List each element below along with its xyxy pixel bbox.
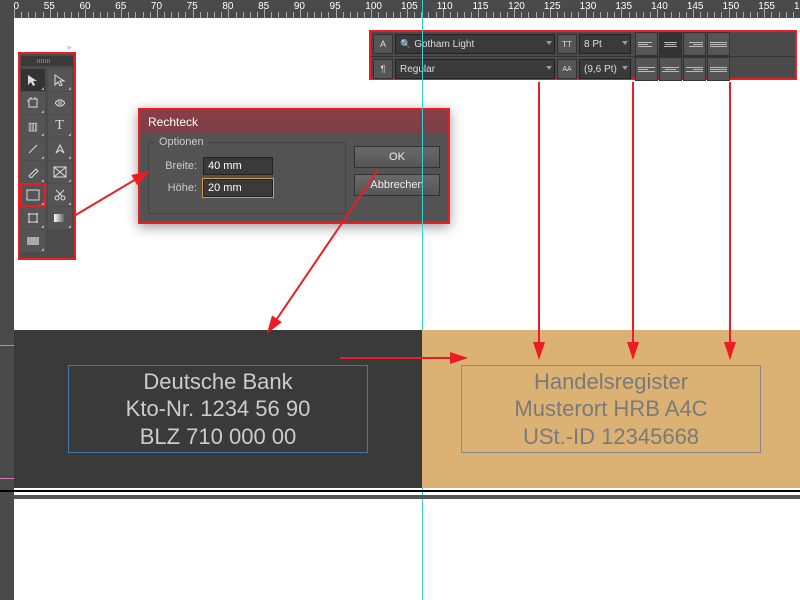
ruler-number: 120 (508, 1, 525, 12)
rectangle-dialog: Rechteck Optionen Breite: Höhe: OK Abbre… (138, 108, 450, 224)
paragraph-panel-button[interactable]: ¶ (373, 59, 393, 79)
ok-button[interactable]: OK (354, 146, 440, 168)
tan-rectangle[interactable]: Handelsregister Musterort HRB A4C USt.-I… (422, 330, 800, 488)
ruler-number: 150 (723, 1, 740, 12)
dark-rectangle[interactable]: Deutsche Bank Kto-Nr. 1234 56 90 BLZ 710… (14, 330, 422, 488)
tools-panel: ▸ ▥ T (18, 52, 76, 260)
ruler-number: 70 (151, 1, 162, 12)
ruler-number: 160 (794, 1, 800, 12)
gradient-swatch-tool[interactable] (48, 207, 72, 229)
width-label: Breite: (157, 160, 197, 172)
ruler-number: 95 (330, 1, 341, 12)
options-fieldset: Optionen Breite: Höhe: (148, 142, 346, 214)
page-edge (0, 490, 800, 492)
character-panel-button[interactable]: A (373, 34, 393, 54)
ruler-number: 130 (580, 1, 597, 12)
text-frame-right[interactable]: Handelsregister Musterort HRB A4C USt.-I… (461, 365, 761, 454)
text-line: USt.-ID 12345668 (468, 423, 754, 451)
ruler-number: 55 (44, 1, 55, 12)
content-collector-tool[interactable]: ▥ (21, 115, 45, 137)
tools-collapse-icon[interactable]: ▸ (67, 42, 72, 53)
direct-selection-tool[interactable] (48, 69, 72, 91)
selection-tool[interactable] (21, 69, 45, 91)
ruler-horizontal: 50 55 60 65 70 75 80 85 90 95 100 105 110 115 120 125 13… (14, 0, 800, 18)
ruler-number: 115 (472, 1, 488, 12)
height-input[interactable] (203, 179, 273, 197)
align-center-button[interactable] (659, 32, 682, 56)
pasteboard (14, 495, 800, 499)
type-tool[interactable]: T (48, 115, 72, 137)
ruler-number: 60 (79, 1, 90, 12)
vertical-guide[interactable] (422, 0, 423, 600)
free-transform-tool[interactable] (21, 207, 45, 229)
ruler-vertical (0, 0, 14, 600)
page-tool[interactable] (21, 92, 45, 114)
ruler-number: 125 (544, 1, 561, 12)
ruler-number: 90 (294, 1, 305, 12)
ruler-number: 155 (758, 1, 775, 12)
leading-value: (9,6 Pt) (584, 64, 617, 75)
text-line: Handelsregister (468, 368, 754, 396)
gap-tool[interactable] (48, 92, 72, 114)
align-justify-button[interactable] (707, 32, 730, 56)
font-size-icon: TT (557, 34, 577, 54)
ruler-number: 145 (687, 1, 704, 12)
text-line: BLZ 710 000 00 (75, 423, 361, 451)
cancel-button[interactable]: Abbrechen (354, 174, 440, 196)
ruler-number: 140 (651, 1, 668, 12)
text-line: Musterort HRB A4C (468, 395, 754, 423)
height-label: Höhe: (157, 182, 197, 194)
leading-icon: AA (557, 59, 577, 79)
leading-select[interactable]: (9,6 Pt) (579, 59, 631, 79)
font-style-value: Regular (400, 64, 435, 75)
fieldset-label: Optionen (155, 136, 208, 148)
text-frame-left[interactable]: Deutsche Bank Kto-Nr. 1234 56 90 BLZ 710… (68, 365, 368, 454)
dialog-title[interactable]: Rechteck (140, 110, 448, 134)
justify-left-button[interactable] (635, 57, 658, 81)
rect-frame-tool[interactable] (48, 161, 72, 183)
line-tool[interactable] (21, 138, 45, 160)
justify-all-button[interactable] (707, 57, 730, 81)
rectangle-tool[interactable] (21, 184, 45, 206)
control-bar: A 🔍Gotham Light TT 8 Pt ¶ Regular AA (9,… (369, 30, 797, 80)
gradient-feather-tool[interactable] (21, 230, 45, 252)
justify-center-button[interactable] (659, 57, 682, 81)
ruler-number: 50 (14, 1, 19, 12)
align-right-button[interactable] (683, 32, 706, 56)
width-input[interactable] (203, 157, 273, 175)
scissors-tool[interactable] (48, 184, 72, 206)
tools-grip[interactable] (21, 56, 73, 66)
pen-tool[interactable] (48, 138, 72, 160)
ruler-number: 75 (187, 1, 198, 12)
text-line: Deutsche Bank (75, 368, 361, 396)
text-line: Kto-Nr. 1234 56 90 (75, 395, 361, 423)
ruler-number: 65 (115, 1, 126, 12)
ruler-number: 80 (222, 1, 233, 12)
font-size-value: 8 Pt (584, 39, 602, 50)
ruler-number: 135 (615, 1, 632, 12)
ruler-number: 110 (437, 1, 453, 12)
ruler-number: 105 (401, 1, 418, 12)
font-family-value: Gotham Light (414, 39, 474, 50)
ruler-number: 100 (365, 1, 382, 12)
font-family-select[interactable]: 🔍Gotham Light (395, 34, 555, 54)
pencil-tool[interactable] (21, 161, 45, 183)
align-left-button[interactable] (635, 32, 658, 56)
font-style-select[interactable]: Regular (395, 59, 555, 79)
justify-right-button[interactable] (683, 57, 706, 81)
font-size-select[interactable]: 8 Pt (579, 34, 631, 54)
ruler-number: 85 (258, 1, 269, 12)
